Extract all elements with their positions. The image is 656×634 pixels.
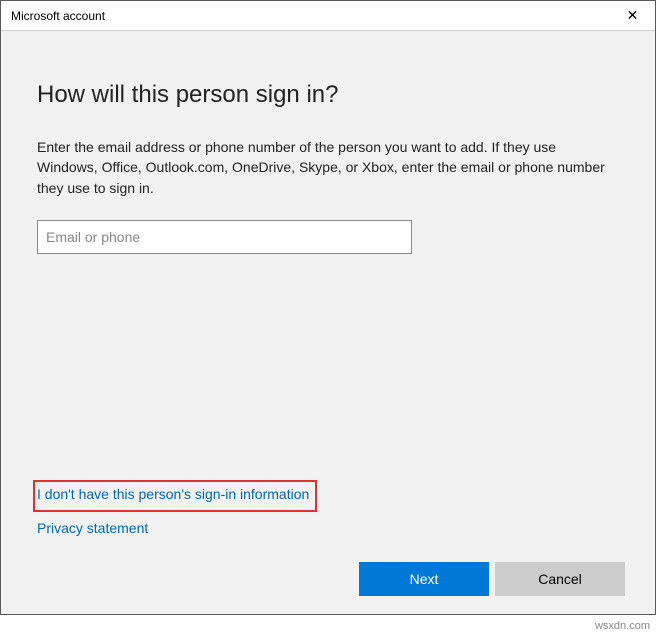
highlight-annotation: I don't have this person's sign-in infor…	[33, 480, 317, 512]
watermark-text: wsxdn.com	[595, 620, 650, 632]
dialog-window: Microsoft account ✕ How will this person…	[0, 0, 656, 615]
close-icon: ✕	[627, 7, 639, 24]
page-title: How will this person sign in?	[37, 81, 619, 109]
content-area: How will this person sign in? Enter the …	[1, 31, 655, 614]
description-text: Enter the email address or phone number …	[37, 137, 607, 198]
email-or-phone-input[interactable]	[37, 220, 412, 254]
no-signin-info-link[interactable]: I don't have this person's sign-in infor…	[37, 486, 309, 502]
titlebar: Microsoft account ✕	[1, 1, 655, 31]
next-button[interactable]: Next	[359, 562, 489, 596]
privacy-statement-link[interactable]: Privacy statement	[37, 520, 148, 536]
links-area: I don't have this person's sign-in infor…	[37, 480, 317, 542]
footer-buttons: Next Cancel	[359, 562, 625, 596]
cancel-button[interactable]: Cancel	[495, 562, 625, 596]
close-button[interactable]: ✕	[610, 1, 655, 30]
window-title: Microsoft account	[11, 9, 105, 23]
